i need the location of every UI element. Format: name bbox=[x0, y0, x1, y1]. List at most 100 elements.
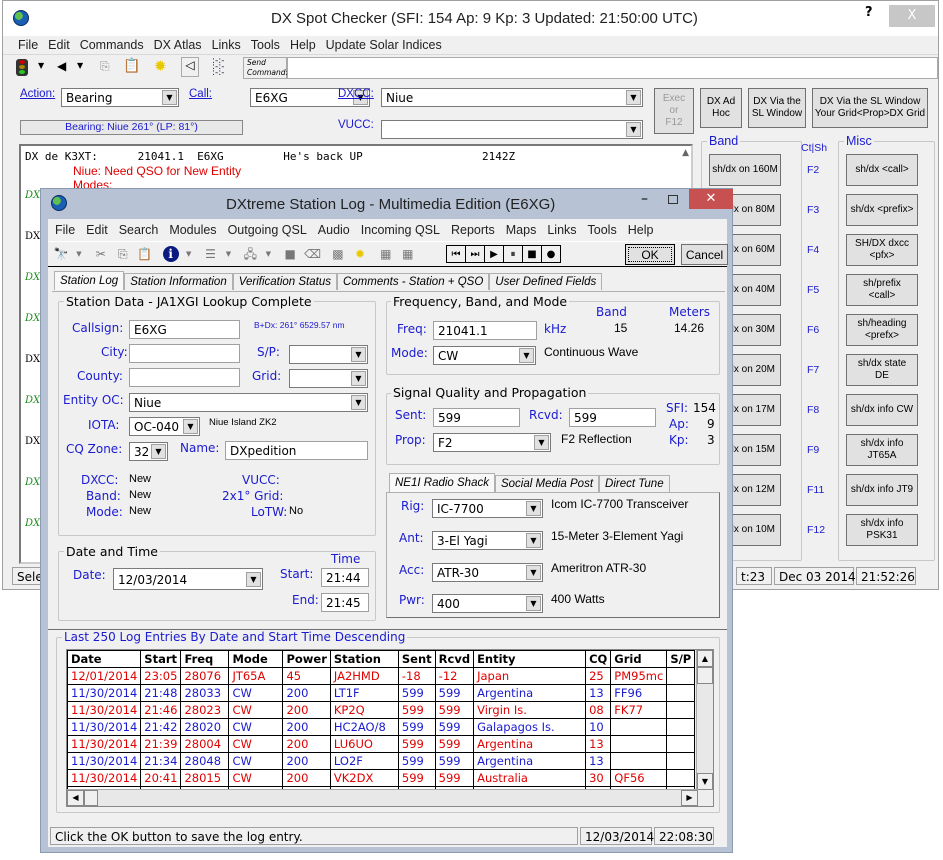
chevron-down-icon[interactable]: ▼ bbox=[38, 61, 44, 70]
menu-help[interactable]: Help bbox=[290, 38, 316, 52]
play-icon[interactable]: ▶ bbox=[484, 245, 504, 263]
column-header[interactable]: S/P bbox=[666, 650, 696, 668]
back-arrow-icon[interactable]: ◀ bbox=[57, 59, 66, 73]
table-row[interactable]: 11/30/2014 21:48 28033 CW 200 LT1F 599 599 Argen… bbox=[67, 684, 696, 702]
menu-file[interactable]: File bbox=[55, 223, 75, 237]
menu-links[interactable]: Links bbox=[212, 38, 241, 52]
dxcc-select[interactable]: Niue ▼ bbox=[381, 88, 643, 107]
close-button[interactable]: X bbox=[889, 5, 935, 27]
help-button[interactable]: ? bbox=[865, 5, 873, 20]
table-row[interactable]: 12/01/2014 23:05 28076 JT65A 45 JA2HMD -18 -12 J… bbox=[67, 667, 696, 685]
column-header[interactable]: Start bbox=[140, 650, 182, 668]
tab-station-information[interactable]: Station Information bbox=[124, 273, 233, 290]
table-row[interactable]: 11/30/2014 21:46 28023 CW 200 KP2Q 599 599 Virgi… bbox=[67, 701, 696, 719]
start-time-input[interactable]: 21:44 bbox=[321, 568, 369, 587]
send-command-input[interactable] bbox=[287, 57, 938, 79]
menu-update-solar-indices[interactable]: Update Solar Indices bbox=[326, 38, 442, 52]
tab-user-defined-fields[interactable]: User Defined Fields bbox=[489, 273, 603, 290]
column-header[interactable]: Rcvd bbox=[434, 650, 475, 668]
misc-button[interactable]: sh/dx <prefix> bbox=[846, 194, 918, 226]
rig-select[interactable]: IC-7700 ▼ bbox=[432, 499, 543, 518]
binoculars-icon[interactable]: 🔭 bbox=[53, 246, 69, 262]
misc-button[interactable]: sh/dx <call> bbox=[846, 154, 918, 186]
end-time-input[interactable]: 21:45 bbox=[321, 593, 369, 612]
misc-button[interactable]: sh/dx info PSK31 bbox=[846, 514, 918, 546]
menu-help[interactable]: Help bbox=[628, 223, 654, 237]
tab-ne1i-radio-shack[interactable]: NE1I Radio Shack bbox=[389, 473, 495, 492]
misc-button[interactable]: sh/dx state DE bbox=[846, 354, 918, 386]
column-header[interactable]: Mode bbox=[228, 650, 284, 668]
tab-station-log[interactable]: Station Log bbox=[54, 271, 125, 290]
skip-back-icon[interactable]: ⏮ bbox=[446, 245, 466, 263]
column-header[interactable]: Sent bbox=[397, 650, 436, 668]
vertical-scrollbar[interactable]: ▲ ▼ bbox=[696, 650, 713, 790]
county-input[interactable] bbox=[129, 368, 240, 387]
sent-input[interactable]: 599 bbox=[433, 408, 520, 427]
dx-via-sl-grid-button[interactable]: DX Via the SL Window Your Grid<Prop>DX Gr… bbox=[812, 88, 928, 128]
city-input[interactable] bbox=[129, 344, 240, 363]
map-icon[interactable]: ▩ bbox=[330, 246, 346, 262]
grid-icon[interactable]: ▦ bbox=[378, 246, 394, 262]
ant-select[interactable]: 3-El Yagi ▼ bbox=[432, 531, 543, 550]
menu-edit[interactable]: Edit bbox=[86, 223, 108, 237]
prop-select[interactable]: F2 ▼ bbox=[433, 433, 551, 452]
minimize-button[interactable]: – bbox=[641, 191, 648, 207]
freq-input[interactable]: 21041.1 bbox=[433, 321, 537, 340]
misc-button[interactable]: sh/dx info JT9 bbox=[846, 474, 918, 506]
network-icon[interactable]: 🖧 bbox=[242, 246, 258, 262]
grid-icon[interactable]: ▦ bbox=[400, 246, 416, 262]
action-select[interactable]: Bearing ▼ bbox=[61, 88, 179, 107]
hscroll-thumb[interactable] bbox=[84, 790, 98, 806]
menu-tools[interactable]: Tools bbox=[588, 223, 617, 237]
misc-button[interactable]: sh/dx info CW bbox=[846, 394, 918, 426]
eraser-icon[interactable]: ⌫ bbox=[304, 246, 321, 262]
pause-icon[interactable]: ⏸ bbox=[503, 245, 523, 263]
sun-icon[interactable]: ✹ bbox=[352, 246, 368, 262]
menu-reports[interactable]: Reports bbox=[451, 223, 495, 237]
chevron-down-icon[interactable]: ▼ bbox=[77, 61, 83, 70]
dx-ad-hoc-button[interactable]: DX Ad Hoc bbox=[700, 88, 742, 128]
menu-outgoing-qsl[interactable]: Outgoing QSL bbox=[228, 223, 307, 237]
chevron-down-icon[interactable]: ▼ bbox=[224, 246, 232, 262]
grid-select[interactable]: ▼ bbox=[289, 369, 368, 388]
scroll-down-icon[interactable]: ▼ bbox=[697, 773, 713, 790]
copy-icon[interactable]: ⎘ bbox=[100, 59, 110, 74]
rcvd-input[interactable]: 599 bbox=[569, 408, 656, 427]
cut-icon[interactable]: ✂ bbox=[93, 246, 109, 262]
scroll-left-icon[interactable]: ◀ bbox=[67, 790, 84, 806]
speaker-icon[interactable]: ◁ bbox=[181, 57, 199, 77]
stop-icon[interactable]: ■ bbox=[282, 246, 298, 262]
tab-comments-station-qso[interactable]: Comments - Station + QSO bbox=[336, 273, 490, 290]
column-header[interactable]: Grid bbox=[610, 650, 668, 668]
misc-button[interactable]: sh/dx info JT65A bbox=[846, 434, 918, 466]
skip-forward-icon[interactable]: ⏭ bbox=[465, 245, 485, 263]
scroll-right-icon[interactable]: ▶ bbox=[681, 790, 698, 806]
misc-button[interactable]: sh/heading <prefx> bbox=[846, 314, 918, 346]
vucc-select[interactable]: ▼ bbox=[381, 120, 643, 139]
stop-icon[interactable]: ■ bbox=[522, 245, 542, 263]
band-button[interactable]: sh/dx on 160M bbox=[709, 154, 781, 186]
misc-button[interactable]: SH/DX dxcc <pfx> bbox=[846, 234, 918, 266]
entity-select[interactable]: Niue ▼ bbox=[129, 393, 368, 412]
record-icon[interactable]: ● bbox=[541, 245, 561, 263]
menu-commands[interactable]: Commands bbox=[80, 38, 144, 52]
horizontal-scrollbar[interactable]: ◀ ▶ bbox=[67, 789, 698, 806]
column-header[interactable]: Power bbox=[282, 650, 331, 668]
table-row[interactable]: 11/30/2014 21:42 28020 CW 200 HC2AO/8 599 599 Ga… bbox=[67, 718, 696, 736]
menu-file[interactable]: File bbox=[18, 38, 38, 52]
paste-icon[interactable]: 📋 bbox=[123, 58, 140, 74]
date-select[interactable]: 12/03/2014 ▼ bbox=[113, 568, 263, 590]
menu-dx-atlas[interactable]: DX Atlas bbox=[154, 38, 202, 52]
column-header[interactable]: Station bbox=[329, 650, 399, 668]
misc-button[interactable]: sh/prefix <call> bbox=[846, 274, 918, 306]
chevron-down-icon[interactable]: ▼ bbox=[75, 246, 83, 262]
table-row[interactable]: 11/30/2014 21:34 28048 CW 200 LO2F 599 599 Argen… bbox=[67, 752, 696, 770]
scroll-thumb[interactable] bbox=[697, 667, 713, 684]
column-header[interactable]: Freq bbox=[180, 650, 230, 668]
table-row[interactable]: 11/30/2014 20:41 28015 CW 200 VK2DX 599 599 Aust… bbox=[67, 769, 696, 787]
iota-select[interactable]: OC-040 ▼ bbox=[129, 417, 200, 436]
info-icon[interactable]: i bbox=[162, 246, 179, 262]
menu-edit[interactable]: Edit bbox=[48, 38, 70, 52]
column-header[interactable]: Date bbox=[67, 650, 142, 668]
sp-select[interactable]: ▼ bbox=[289, 345, 368, 364]
